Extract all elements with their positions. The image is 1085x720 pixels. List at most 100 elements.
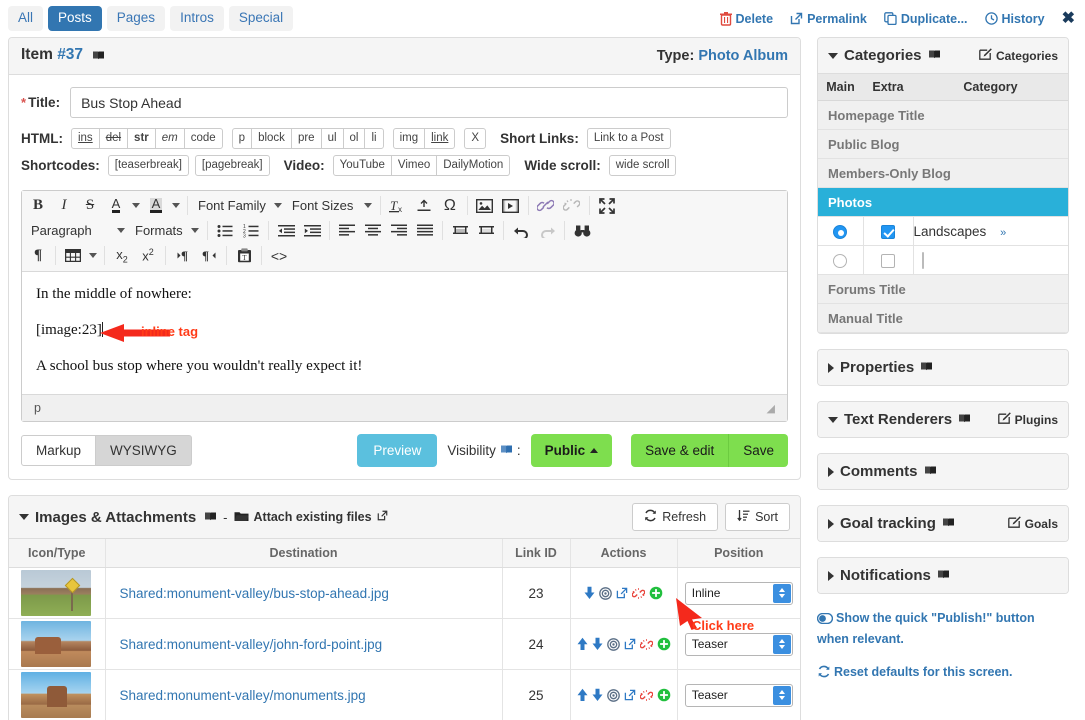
font-family-select[interactable]: Font Family [192,194,286,217]
html-btn-p[interactable]: p [231,128,253,149]
background-color-chevron-down-icon[interactable] [169,194,183,217]
background-color-icon[interactable]: A [143,194,169,217]
title-input[interactable] [70,87,788,118]
outdent-icon[interactable] [273,219,299,242]
up-arrow-icon[interactable] [577,637,588,651]
properties-card[interactable]: Properties [817,349,1069,386]
target-icon[interactable] [606,637,620,651]
special-character-icon[interactable]: Ω [437,194,463,217]
help-book-icon[interactable] [92,48,105,66]
text-renderers-card[interactable]: Text Renderers Plugins [817,401,1069,438]
page-break-icon[interactable] [473,219,499,242]
tab-pages[interactable]: Pages [106,6,166,31]
permalink-button[interactable]: Permalink [790,12,867,26]
attach-existing-files-button[interactable]: Attach existing files [234,510,388,525]
table-icon[interactable] [60,244,86,267]
category-group-manual-title[interactable]: Manual Title [818,303,1068,333]
category-group-forums-title[interactable]: Forums Title [818,274,1068,304]
clear-formatting-icon[interactable]: Tx [385,194,411,217]
superscript-icon[interactable]: x2 [135,244,161,267]
html-btn-img[interactable]: img [392,128,426,149]
help-book-icon-visibility[interactable] [500,443,513,458]
down-arrow-icon[interactable] [584,586,595,600]
element-path[interactable]: p [34,401,41,415]
markup-tab[interactable]: Markup [21,435,97,466]
plugins-button[interactable]: Plugins [997,412,1058,427]
help-book-icon-properties[interactable] [920,359,933,376]
external-link-icon[interactable] [616,587,628,599]
target-icon[interactable] [606,688,620,702]
goals-button[interactable]: Goals [1007,516,1058,531]
external-link-icon[interactable] [624,689,636,701]
add-icon[interactable] [657,688,671,702]
reset-defaults-link[interactable]: Reset defaults for this screen. [817,663,1069,684]
attachment-thumbnail-image[interactable] [21,570,91,616]
text-color-icon[interactable]: A [103,194,129,217]
media-icon[interactable] [498,194,524,217]
insert-icon[interactable] [411,194,437,217]
html-btn-ol[interactable]: ol [342,128,366,149]
add-icon[interactable] [649,586,663,600]
html-btn-li[interactable]: li [364,128,384,149]
collapse-triangle-icon[interactable] [828,52,838,59]
down-arrow-icon[interactable] [592,637,603,651]
attachment-destination-link[interactable]: Shared:monument-valley/monuments.jpg [120,688,366,703]
video-btn-vimeo[interactable]: Vimeo [390,155,438,176]
new-category-input[interactable] [921,251,924,269]
ltr-icon[interactable]: ¶ [170,244,196,267]
help-book-icon-text-renderers[interactable] [958,411,971,428]
category-group-members-only-blog[interactable]: Members-Only Blog [818,158,1068,188]
add-icon[interactable] [657,637,671,651]
html-btn-ul[interactable]: ul [320,128,344,149]
wysiwyg-tab[interactable]: WYSIWYG [96,435,192,466]
widescroll-btn[interactable]: wide scroll [608,155,677,176]
rtl-icon[interactable]: ¶ [196,244,222,267]
attachment-destination-link[interactable]: Shared:monument-valley/john-ford-point.j… [120,637,383,652]
unlink-icon[interactable] [639,638,653,651]
html-btn-clear[interactable]: X [464,128,487,149]
video-btn-dailymotion[interactable]: DailyMotion [436,155,511,176]
table-chevron-down-icon[interactable] [86,244,100,267]
strikethrough-icon[interactable]: S [77,194,103,217]
comments-card[interactable]: Comments [817,453,1069,490]
category-group-public-blog[interactable]: Public Blog [818,129,1068,159]
category-main-radio[interactable] [833,224,848,239]
delete-button[interactable]: Delete [719,11,773,26]
html-btn-ins[interactable]: ins [70,128,100,149]
attachments-title[interactable]: Images & Attachments [19,509,217,526]
bullet-list-icon[interactable] [212,219,238,242]
align-right-icon[interactable] [386,219,412,242]
resize-handle[interactable]: ◢ [767,402,775,415]
item-number[interactable]: #37 [57,46,83,63]
edit-categories-button[interactable]: Categories [979,48,1058,63]
save-button[interactable]: Save [729,434,788,467]
formats-select[interactable]: Formats [129,219,203,242]
up-arrow-icon[interactable] [577,688,588,702]
sort-button[interactable]: Sort [725,503,790,531]
shortlink-btn-link-to-post[interactable]: Link to a Post [586,128,671,149]
editor-content-area[interactable]: In the middle of nowhere: [image:23] A s… [22,272,787,394]
preview-button[interactable]: Preview [357,434,438,467]
refresh-button[interactable]: Refresh [632,503,719,531]
shortcode-btn-pagebreak[interactable]: [pagebreak] [194,155,270,176]
attachment-thumbnail-image[interactable] [21,621,91,667]
text-color-chevron-down-icon[interactable] [129,194,143,217]
html-btn-block[interactable]: block [251,128,292,149]
category-expand-chevron-icon[interactable]: » [1000,227,1006,239]
tab-all[interactable]: All [8,6,44,31]
redo-icon[interactable] [534,219,560,242]
fullscreen-icon[interactable] [594,194,620,217]
undo-icon[interactable] [508,219,534,242]
help-book-icon-categories[interactable] [928,47,941,64]
html-btn-pre[interactable]: pre [290,128,322,149]
type-value[interactable]: Photo Album [698,48,788,64]
paragraph-select[interactable]: Paragraph [25,219,129,242]
category-extra-checkbox[interactable] [881,224,895,239]
search-replace-icon[interactable] [569,219,595,242]
position-select[interactable]: Teaser [684,683,793,707]
unlink-icon[interactable] [559,194,585,217]
category-group-homepage-title[interactable]: Homepage Title [818,100,1068,130]
italic-icon[interactable]: I [51,194,77,217]
unlink-icon[interactable] [632,587,645,600]
font-sizes-select[interactable]: Font Sizes [286,194,376,217]
